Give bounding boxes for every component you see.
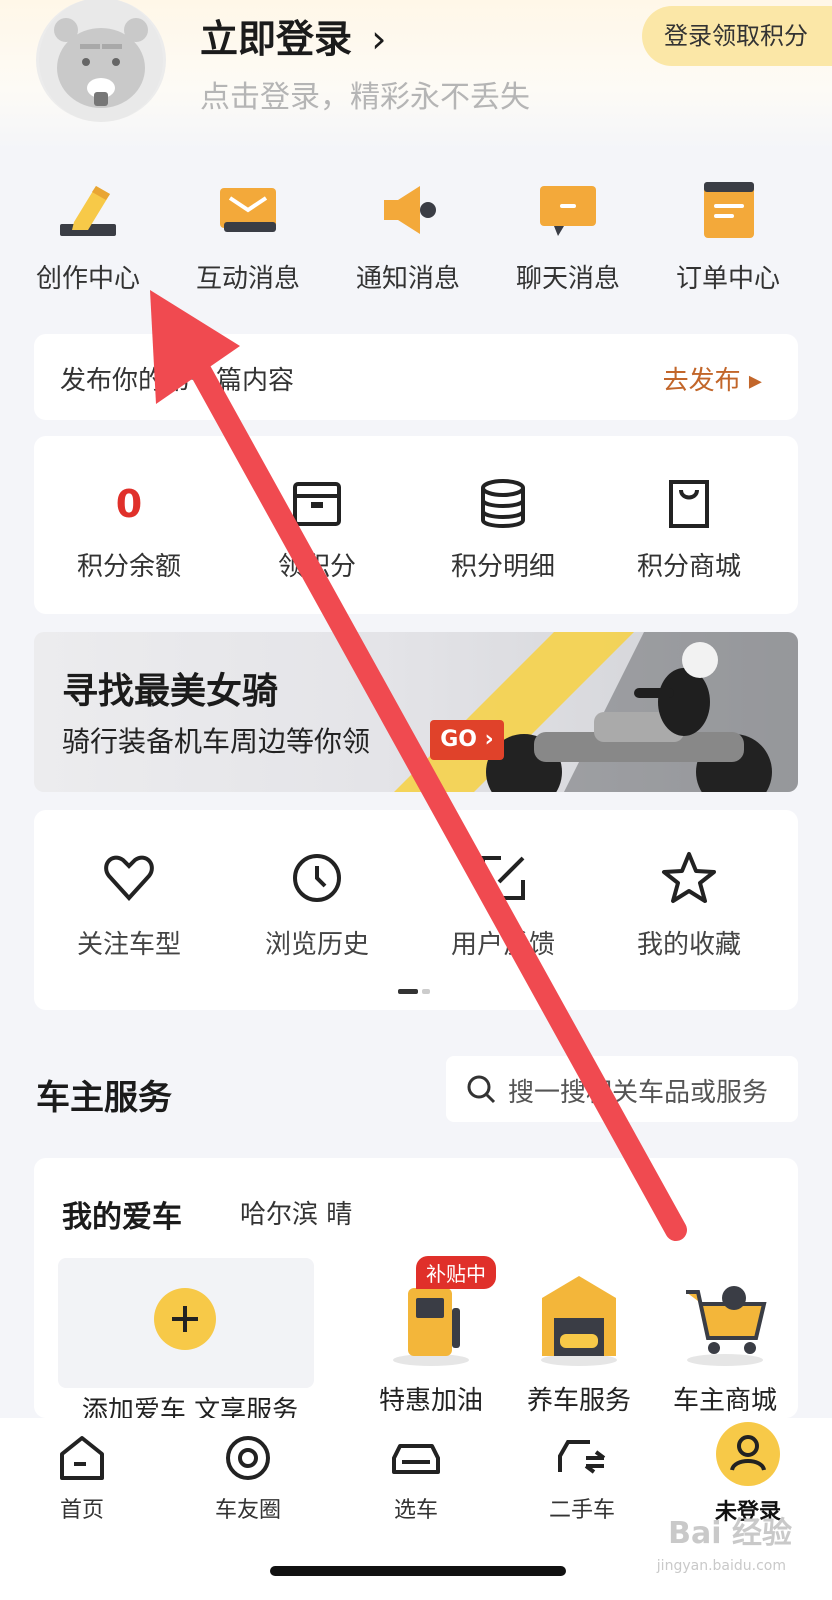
browse-history[interactable]: 浏览历史	[222, 850, 412, 961]
chat-bubble-icon	[536, 178, 600, 242]
my-favorites[interactable]: 我的收藏	[594, 850, 784, 961]
quick-item-notifications[interactable]: 通知消息	[328, 178, 488, 295]
box-icon	[289, 476, 345, 532]
tiger-avatar-icon	[39, 0, 163, 122]
add-car-label: 添加爱车 文享服务	[81, 1396, 299, 1418]
points-detail[interactable]: 积分明细	[408, 476, 598, 583]
edit-icon	[475, 850, 531, 906]
login-points-button[interactable]: 登录领取积分	[642, 6, 832, 66]
order-icon	[696, 178, 760, 242]
tab-home-label: 首页	[59, 1498, 104, 1523]
clock-icon	[289, 850, 345, 906]
browse-history-label: 浏览历史	[264, 930, 369, 960]
my-car-card: 我的爱车 哈尔滨 晴 添加爱车 文享服务 特惠加油 补贴中 养车服务 车主商城	[34, 1158, 798, 1418]
avatar[interactable]	[36, 0, 166, 122]
points-balance-value: 0	[115, 482, 143, 526]
tab-used-car-label: 二手车	[548, 1498, 615, 1523]
car-maintenance[interactable]: 养车服务	[504, 1268, 654, 1417]
my-car-title: 我的爱车	[62, 1200, 182, 1235]
home-indicator[interactable]	[270, 1566, 566, 1576]
tools-card: 关注车型 浏览历史 用户反馈 我的收藏	[34, 810, 798, 1010]
publish-text: 发布你的第一篇内容	[60, 366, 295, 396]
banner-title: 寻找最美女骑	[62, 671, 279, 712]
quick-actions-row: 创作中心 互动消息 通知消息 聊天消息 订单中心	[0, 178, 832, 308]
user-feedback-label: 用户反馈	[450, 930, 555, 960]
discount-fuel-label: 特惠加油	[378, 1386, 483, 1416]
quick-item-order-center[interactable]: 订单中心	[648, 178, 808, 295]
bag-icon	[661, 476, 717, 532]
home-icon	[56, 1432, 108, 1484]
database-icon	[475, 476, 531, 532]
subsidy-badge: 补贴中	[416, 1256, 496, 1289]
heart-icon	[101, 850, 157, 906]
points-mall-label: 积分商城	[636, 552, 741, 582]
login-subtitle: 点击登录，精彩永不丢失	[200, 80, 530, 115]
page-indicator	[398, 980, 438, 999]
promo-banner[interactable]: 寻找最美女骑 骑行装备机车周边等你领 GO ›	[34, 632, 798, 792]
watermark-url: jingyan.baidu.com	[656, 1558, 786, 1574]
search-placeholder: 搜一搜相关车品或服务	[508, 1078, 769, 1108]
user-feedback[interactable]: 用户反馈	[408, 850, 598, 961]
claim-points-label: 领积分	[277, 552, 356, 582]
login-title-text: 立即登录	[200, 17, 353, 61]
quick-item-chat-messages[interactable]: 聊天消息	[488, 178, 648, 295]
tab-car-circle[interactable]: 车友圈	[188, 1432, 308, 1524]
pen-icon	[56, 178, 120, 242]
tab-home[interactable]: 首页	[22, 1432, 142, 1524]
envelope-icon	[216, 178, 280, 242]
quick-item-label: 互动消息	[195, 264, 300, 294]
banner-go-button[interactable]: GO ›	[430, 720, 504, 760]
car-maintenance-label: 养车服务	[526, 1386, 631, 1416]
watermark-logo: Bai 经验	[668, 1516, 792, 1551]
points-card: 0 积分余额 领积分 积分明细 积分商城	[34, 436, 798, 614]
my-favorites-label: 我的收藏	[636, 930, 741, 960]
tab-choose-car-label: 选车	[393, 1498, 438, 1523]
claim-points[interactable]: 领积分	[222, 476, 412, 583]
add-car-panel[interactable]	[58, 1258, 314, 1388]
points-balance[interactable]: 0 积分余额	[34, 476, 224, 583]
car-icon	[390, 1432, 442, 1484]
discount-fuel[interactable]: 特惠加油	[356, 1268, 506, 1417]
login-title[interactable]: 立即登录 ›	[200, 8, 386, 63]
used-car-icon	[556, 1432, 608, 1484]
followed-models-label: 关注车型	[76, 930, 181, 960]
circle-icon	[222, 1432, 274, 1484]
banner-subtitle: 骑行装备机车周边等你领	[62, 725, 371, 758]
chevron-right-icon: ›	[371, 17, 387, 61]
city-weather: 哈尔滨 晴	[240, 1200, 353, 1230]
points-mall[interactable]: 积分商城	[594, 476, 784, 583]
tab-used-car[interactable]: 二手车	[522, 1432, 642, 1524]
user-icon	[716, 1422, 780, 1486]
tab-choose-car[interactable]: 选车	[356, 1432, 476, 1524]
owner-services-title: 车主服务	[36, 1078, 172, 1118]
quick-item-interaction-messages[interactable]: 互动消息	[168, 178, 328, 295]
go-publish-link[interactable]: 去发布 ▸	[663, 360, 762, 397]
megaphone-icon	[376, 178, 440, 242]
service-search-input[interactable]: 搜一搜相关车品或服务	[446, 1056, 798, 1122]
quick-item-label: 通知消息	[355, 264, 460, 294]
quick-item-label: 订单中心	[675, 264, 780, 294]
add-car-plus-icon[interactable]	[154, 1288, 216, 1350]
owner-mall[interactable]: 车主商城	[650, 1268, 798, 1417]
add-car-service[interactable]: 添加爱车 文享服务	[60, 1390, 320, 1418]
cart-icon	[680, 1268, 770, 1368]
tab-car-circle-label: 车友圈	[214, 1498, 281, 1523]
owner-mall-label: 车主商城	[672, 1386, 777, 1416]
star-icon	[661, 850, 717, 906]
quick-item-label: 聊天消息	[515, 264, 620, 294]
search-icon	[467, 1075, 496, 1104]
publish-card[interactable]: 发布你的第一篇内容 去发布 ▸	[34, 334, 798, 420]
points-detail-label: 积分明细	[450, 552, 555, 582]
followed-models[interactable]: 关注车型	[34, 850, 224, 961]
quick-item-label: 创作中心	[35, 264, 140, 294]
points-balance-label: 积分余额	[76, 552, 181, 582]
garage-icon	[534, 1268, 624, 1368]
quick-item-creation-center[interactable]: 创作中心	[8, 178, 168, 295]
